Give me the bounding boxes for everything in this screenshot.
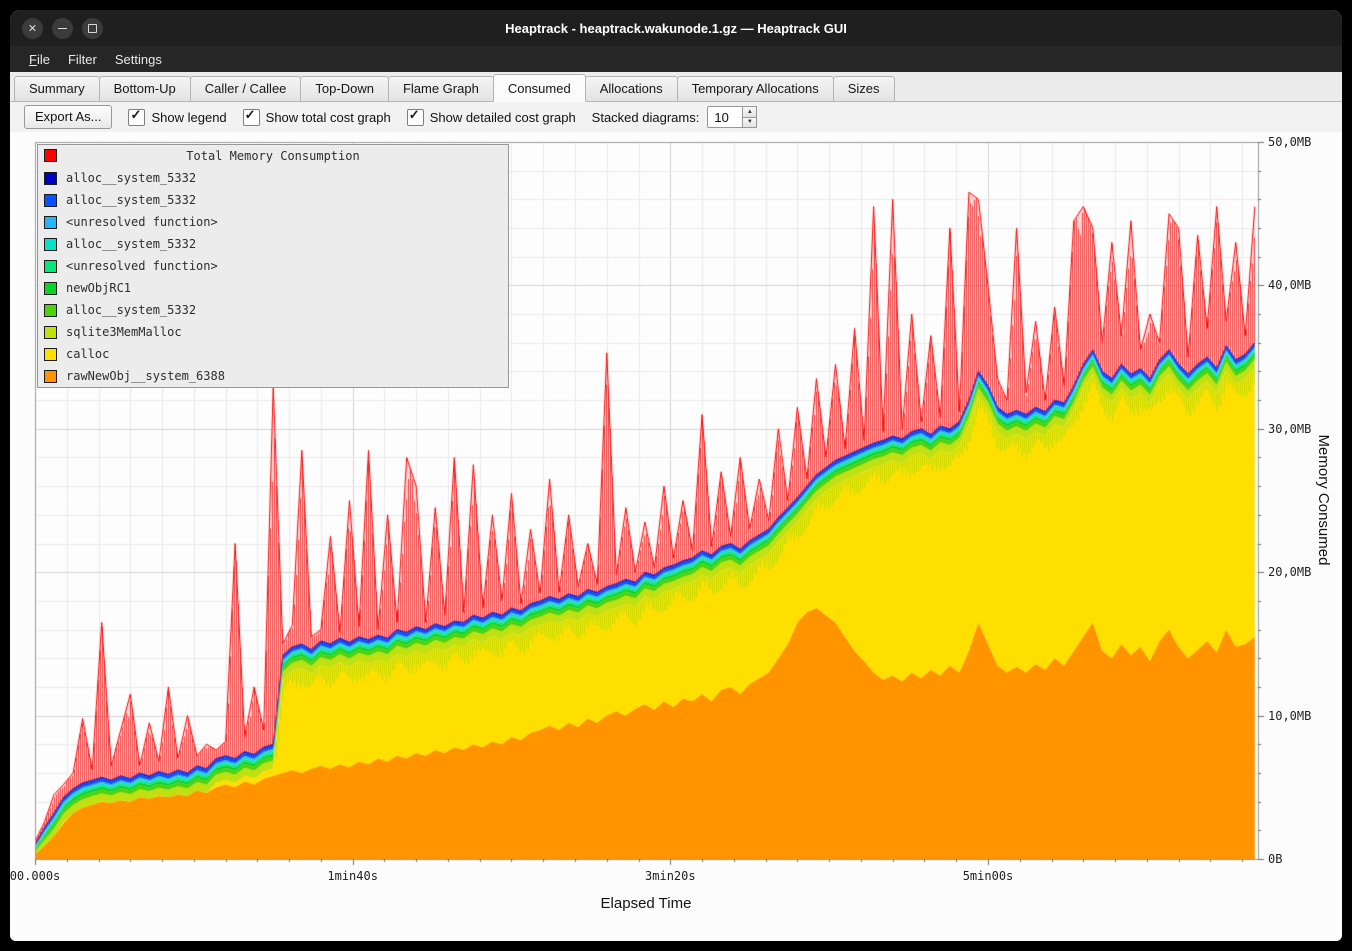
app-window: ✕ Heaptrack - heaptrack.wakunode.1.gz — … (10, 10, 1342, 941)
legend-label: alloc__system_5332 (66, 171, 196, 185)
legend-label: sqlite3MemMalloc (66, 325, 182, 339)
stacked-diagrams-spinbox[interactable]: ▲ ▼ (707, 106, 757, 128)
legend-color-swatch (44, 348, 57, 361)
window-title: Heaptrack - heaptrack.wakunode.1.gz — He… (10, 21, 1342, 36)
checkbox-show-total-cost-graph[interactable]: ✓ Show total cost graph (243, 109, 391, 126)
menu-bar: FileFilterSettings (10, 46, 1342, 72)
menu-file[interactable]: File (20, 49, 59, 70)
legend-row: newObjRC1 (38, 277, 508, 299)
legend-color-swatch (44, 149, 57, 162)
legend-label: calloc (66, 347, 109, 361)
spin-down-button[interactable]: ▼ (742, 118, 757, 129)
legend-color-swatch (44, 304, 57, 317)
tab-consumed[interactable]: Consumed (493, 74, 586, 102)
menu-settings[interactable]: Settings (106, 49, 171, 70)
legend-color-swatch (44, 238, 57, 251)
tab-flame-graph[interactable]: Flame Graph (388, 76, 494, 101)
window-controls: ✕ (22, 18, 103, 39)
x-tick-label: 00.000s (10, 869, 60, 883)
legend-label: rawNewObj__system_6388 (66, 369, 225, 383)
checkbox-label: Show detailed cost graph (430, 110, 576, 125)
spin-up-button[interactable]: ▲ (742, 106, 757, 118)
y-axis-title: Memory Consumed (1315, 435, 1332, 566)
check-icon: ✓ (245, 107, 256, 123)
legend-color-swatch (44, 326, 57, 339)
legend-label: alloc__system_5332 (66, 237, 196, 251)
tab-top-down[interactable]: Top-Down (300, 76, 389, 101)
x-tick-label: 5min00s (963, 869, 1014, 883)
toolbar: Export As... ✓ Show legend ✓ Show total … (10, 102, 1342, 132)
stacked-diagrams-label: Stacked diagrams: (592, 110, 700, 125)
tab-summary[interactable]: Summary (14, 76, 100, 101)
tab-caller-callee[interactable]: Caller / Callee (190, 76, 302, 101)
legend-color-swatch (44, 216, 57, 229)
legend-row: rawNewObj__system_6388 (38, 365, 508, 387)
legend-label: alloc__system_5332 (66, 303, 196, 317)
legend-row: alloc__system_5332 (38, 299, 508, 321)
close-button[interactable]: ✕ (22, 18, 43, 39)
maximize-icon (88, 24, 97, 33)
close-icon: ✕ (28, 22, 37, 35)
checkbox-show-legend[interactable]: ✓ Show legend (128, 109, 226, 126)
legend-color-swatch (44, 260, 57, 273)
x-tick-label: 1min40s (327, 869, 378, 883)
chart-legend: Total Memory Consumption alloc__system_53… (37, 144, 509, 388)
legend-row: calloc (38, 343, 508, 365)
legend-row: alloc__system_5332 (38, 189, 508, 211)
spin-buttons: ▲ ▼ (742, 106, 757, 128)
maximize-button[interactable] (82, 18, 103, 39)
legend-row: alloc__system_5332 (38, 233, 508, 255)
y-tick-label: 50,0MB (1268, 135, 1311, 149)
checkbox-show-detailed-cost-graph[interactable]: ✓ Show detailed cost graph (407, 109, 576, 126)
y-tick-label: 20,0MB (1268, 565, 1311, 579)
legend-row: <unresolved function> (38, 211, 508, 233)
legend-title-row: Total Memory Consumption (38, 145, 508, 167)
legend-row: sqlite3MemMalloc (38, 321, 508, 343)
legend-label: newObjRC1 (66, 281, 131, 295)
minimize-button[interactable] (52, 18, 73, 39)
tab-allocations[interactable]: Allocations (585, 76, 678, 101)
checkbox-label: Show legend (151, 110, 226, 125)
y-tick-label: 0B (1268, 852, 1282, 866)
y-tick-label: 40,0MB (1268, 278, 1311, 292)
export-as-button[interactable]: Export As... (24, 105, 112, 129)
legend-label: <unresolved function> (66, 215, 218, 229)
checkbox-box[interactable]: ✓ (243, 109, 260, 126)
legend-row: alloc__system_5332 (38, 167, 508, 189)
tab-temporary-allocations[interactable]: Temporary Allocations (677, 76, 834, 101)
chart-area: Total Memory Consumption alloc__system_53… (10, 132, 1342, 941)
legend-label: <unresolved function> (66, 259, 218, 273)
checkbox-box[interactable]: ✓ (128, 109, 145, 126)
checkbox-label: Show total cost graph (266, 110, 391, 125)
tab-bottom-up[interactable]: Bottom-Up (99, 76, 191, 101)
x-axis-title: Elapsed Time (601, 895, 692, 912)
legend-title: Total Memory Consumption (38, 145, 508, 167)
legend-row: <unresolved function> (38, 255, 508, 277)
stacked-diagrams-input[interactable] (707, 106, 742, 128)
legend-label: alloc__system_5332 (66, 193, 196, 207)
legend-color-swatch (44, 194, 57, 207)
check-icon: ✓ (130, 107, 141, 123)
legend-color-swatch (44, 370, 57, 383)
x-tick-label: 3min20s (645, 869, 696, 883)
menu-filter[interactable]: Filter (59, 49, 106, 70)
checkbox-box[interactable]: ✓ (407, 109, 424, 126)
tab-bar: SummaryBottom-UpCaller / CalleeTop-DownF… (10, 72, 1342, 102)
y-tick-label: 30,0MB (1268, 422, 1311, 436)
title-bar: ✕ Heaptrack - heaptrack.wakunode.1.gz — … (10, 10, 1342, 46)
minimize-icon (58, 28, 67, 29)
check-icon: ✓ (409, 107, 420, 123)
tab-sizes[interactable]: Sizes (833, 76, 895, 101)
legend-color-swatch (44, 282, 57, 295)
y-tick-label: 10,0MB (1268, 709, 1311, 723)
legend-color-swatch (44, 172, 57, 185)
